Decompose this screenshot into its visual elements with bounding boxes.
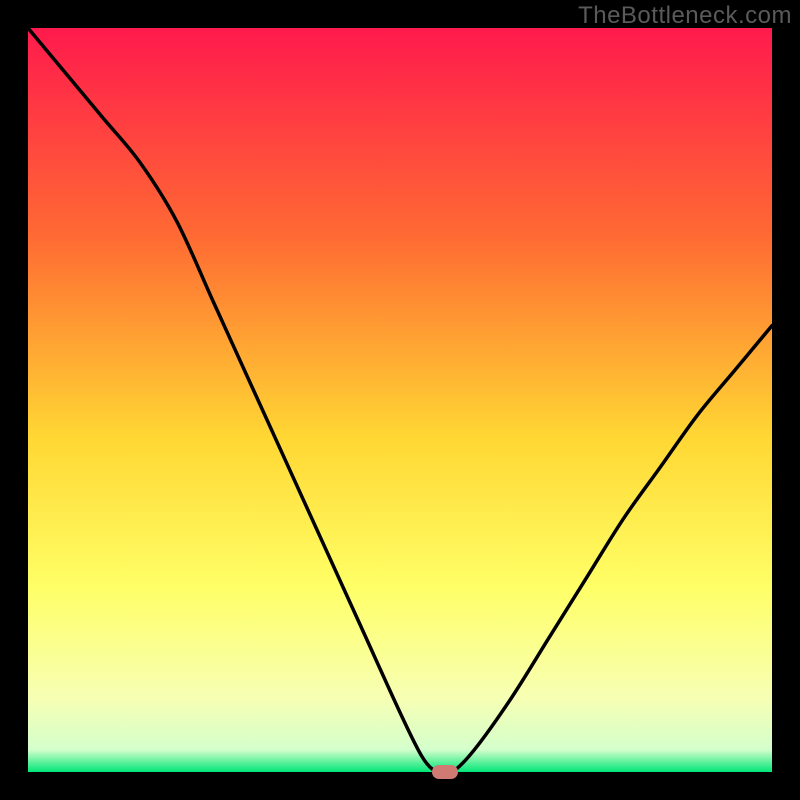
plot-svg: [28, 28, 772, 772]
gradient-background: [28, 28, 772, 772]
plot-area: [28, 28, 772, 772]
chart-container: TheBottleneck.com: [0, 0, 800, 800]
watermark-text: TheBottleneck.com: [578, 2, 792, 30]
optimal-marker: [432, 765, 458, 779]
